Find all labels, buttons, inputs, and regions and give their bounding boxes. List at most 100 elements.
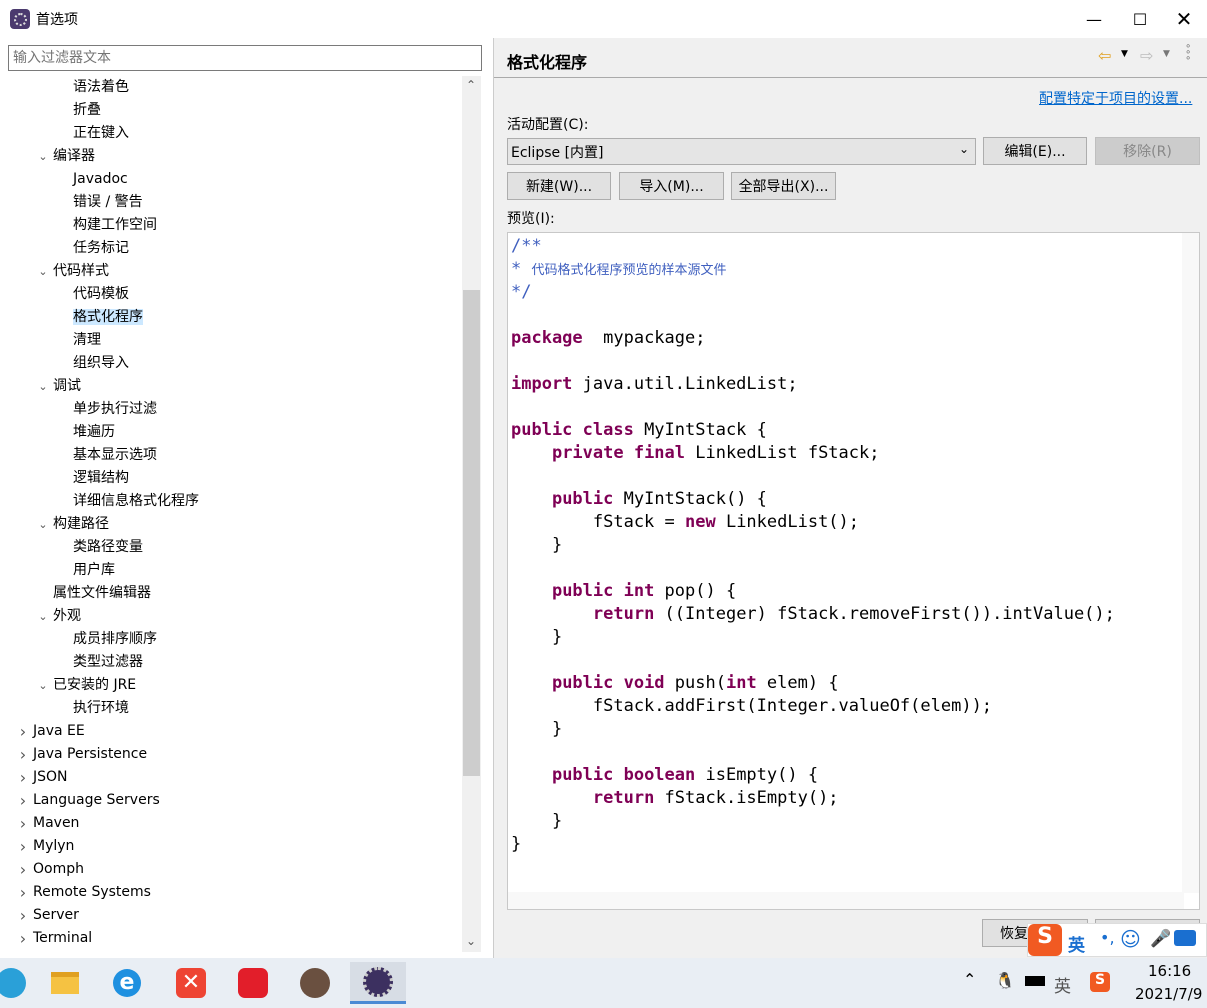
tree-item[interactable]: 执行环境	[73, 697, 129, 720]
new-button[interactable]: 新建(W)...	[507, 172, 611, 200]
clock-time[interactable]: 16:16	[1148, 962, 1191, 980]
code-token: public class	[511, 420, 634, 440]
tree-item[interactable]: 堆遍历	[73, 421, 115, 444]
profile-select[interactable]: Eclipse [内置] ⌄	[507, 138, 976, 165]
tree-item-label: 组织导入	[73, 355, 129, 371]
tree-item[interactable]: › Mylyn	[20, 835, 75, 858]
preview-horizontal-scrollbar[interactable]	[508, 892, 1184, 909]
view-menu-icon[interactable]: ∘ ∘ ∘	[1185, 42, 1191, 64]
tree-item[interactable]: 折叠	[73, 99, 101, 122]
tree-item[interactable]: 任务标记	[73, 237, 129, 260]
user-avatar-app-icon[interactable]	[294, 962, 336, 1004]
preferences-tree: 语法着色 折叠 正在键入 ⌄ 编译器 Javadoc 错误 / 警告 构建工作空间 任务标记 ⌄ 代…	[0, 76, 462, 952]
app-x-icon[interactable]: ✕	[170, 962, 212, 1004]
chevron-right-icon[interactable]: ›	[18, 904, 28, 927]
qq-icon[interactable]: 🐧	[995, 971, 1015, 990]
tree-item[interactable]: › JSON	[20, 766, 68, 789]
tree-item[interactable]: › Oomph	[20, 858, 84, 881]
chevron-right-icon[interactable]: ›	[18, 881, 28, 904]
tree-item[interactable]: ⌄ 编译器	[38, 145, 95, 168]
microphone-icon[interactable]: 🎤	[1150, 929, 1171, 949]
back-dropdown-icon[interactable]: ▼	[1121, 49, 1128, 59]
minimize-button[interactable]: —	[1071, 0, 1117, 38]
code-preview-text: /** * 代码格式化程序预览的样本源文件 */package mypackage;…	[511, 235, 1115, 856]
project-specific-settings-link[interactable]: 配置特定于项目的设置...	[1039, 88, 1192, 108]
chevron-right-icon[interactable]: ›	[18, 743, 28, 766]
export-all-button[interactable]: 全部导出(X)...	[731, 172, 836, 200]
keyboard-icon[interactable]	[1174, 930, 1196, 946]
tree-item[interactable]: › Server	[20, 904, 79, 927]
chevron-down-icon[interactable]: ⌄	[38, 145, 48, 168]
edit-button[interactable]: 编辑(E)...	[983, 137, 1087, 165]
tree-item[interactable]: › Java EE	[20, 720, 85, 743]
tree-item-label: 用户库	[73, 562, 115, 578]
scroll-down-icon[interactable]: ⌄	[466, 934, 476, 948]
close-button[interactable]: ✕	[1161, 0, 1207, 38]
sogou-tray-icon[interactable]: S	[1090, 972, 1110, 992]
tree-item[interactable]: ⌄ 已安装的 JRE	[38, 674, 136, 697]
show-hidden-icons-chevron-icon[interactable]: ⌃	[963, 970, 976, 989]
chevron-right-icon[interactable]: ›	[18, 835, 28, 858]
chevron-down-icon[interactable]: ⌄	[38, 260, 48, 283]
tree-item[interactable]: ⌄ 调试	[38, 375, 81, 398]
tree-item[interactable]: 类路径变量	[73, 536, 143, 559]
tree-item[interactable]: 代码模板	[73, 283, 129, 306]
tree-item[interactable]: 正在键入	[73, 122, 129, 145]
import-button[interactable]: 导入(M)...	[619, 172, 724, 200]
battery-icon[interactable]	[1025, 976, 1045, 986]
back-arrow-icon[interactable]: ⇦	[1098, 46, 1111, 65]
file-explorer-icon[interactable]	[44, 962, 86, 1004]
tree-scrollbar-thumb[interactable]	[463, 290, 480, 776]
edge-icon[interactable]	[0, 962, 32, 1004]
chevron-right-icon[interactable]: ›	[18, 789, 28, 812]
chevron-down-icon[interactable]: ⌄	[38, 674, 48, 697]
chevron-right-icon[interactable]: ›	[18, 812, 28, 835]
tree-item[interactable]: 属性文件编辑器	[53, 582, 151, 605]
tree-item[interactable]: 组织导入	[73, 352, 129, 375]
tree-item[interactable]: ⌄ 外观	[38, 605, 81, 628]
remove-button[interactable]: 移除(R)	[1095, 137, 1200, 165]
chevron-right-icon[interactable]: ›	[18, 858, 28, 881]
punctuation-icon[interactable]: •,	[1100, 928, 1115, 947]
netease-music-icon[interactable]	[232, 962, 274, 1004]
chevron-right-icon[interactable]: ›	[18, 766, 28, 789]
ie-browser-icon[interactable]: e	[106, 962, 148, 1004]
preview-vertical-scrollbar[interactable]	[1182, 233, 1199, 893]
tree-item[interactable]: › Terminal	[20, 927, 92, 950]
tree-item[interactable]: 类型过滤器	[73, 651, 143, 674]
tree-item[interactable]: 语法着色	[73, 76, 129, 99]
ime-language-toggle[interactable]: 英	[1068, 931, 1085, 956]
tree-item[interactable]: 构建工作空间	[73, 214, 157, 237]
tree-item[interactable]: › Language Servers	[20, 789, 160, 812]
tray-language-indicator[interactable]: 英	[1054, 972, 1071, 997]
tree-item[interactable]: 基本显示选项	[73, 444, 157, 467]
tree-item[interactable]: 单步执行过滤	[73, 398, 157, 421]
forward-arrow-icon[interactable]: ⇨	[1140, 46, 1153, 65]
filter-input[interactable]	[8, 45, 482, 71]
tree-item[interactable]: › Remote Systems	[20, 881, 151, 904]
tree-item[interactable]: ⌄ 代码样式	[38, 260, 109, 283]
chevron-down-icon[interactable]: ⌄	[38, 605, 48, 628]
tree-item[interactable]: 用户库	[73, 559, 115, 582]
tree-item[interactable]: 成员排序顺序	[73, 628, 157, 651]
tree-item[interactable]: › Maven	[20, 812, 80, 835]
maximize-button[interactable]: ☐	[1117, 0, 1163, 38]
tree-item[interactable]: 详细信息格式化程序	[73, 490, 199, 513]
tree-item[interactable]: 清理	[73, 329, 101, 352]
code-line: import java.util.LinkedList;	[511, 373, 1115, 396]
eclipse-taskbar-icon[interactable]	[350, 962, 406, 1004]
chevron-down-icon[interactable]: ⌄	[38, 513, 48, 536]
chevron-down-icon[interactable]: ⌄	[38, 375, 48, 398]
emoji-icon[interactable]: ☺	[1120, 927, 1141, 951]
tree-item-selected[interactable]: 格式化程序	[73, 306, 143, 329]
tree-item[interactable]: Javadoc	[73, 168, 128, 191]
forward-dropdown-icon[interactable]: ▼	[1163, 49, 1170, 59]
tree-item[interactable]: 逻辑结构	[73, 467, 129, 490]
tree-item[interactable]: › Java Persistence	[20, 743, 147, 766]
chevron-right-icon[interactable]: ›	[18, 720, 28, 743]
clock-date[interactable]: 2021/7/9	[1135, 985, 1202, 1003]
scroll-up-icon[interactable]: ⌃	[466, 78, 476, 92]
tree-item[interactable]: ⌄ 构建路径	[38, 513, 109, 536]
chevron-right-icon[interactable]: ›	[18, 927, 28, 950]
tree-item[interactable]: 错误 / 警告	[73, 191, 143, 214]
